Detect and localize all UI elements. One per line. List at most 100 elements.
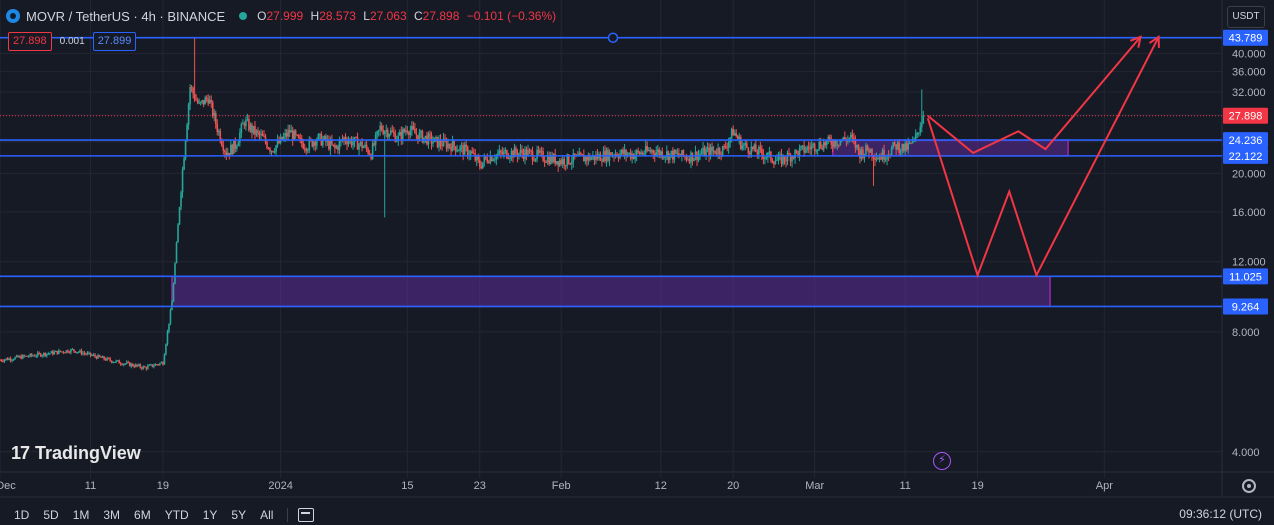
candle-body (507, 158, 510, 160)
candle-body (79, 350, 81, 352)
candle-body (771, 160, 774, 163)
symbol-title[interactable]: MOVR / TetherUS · 4h · BINANCE (26, 9, 225, 24)
candle-body (136, 364, 139, 366)
candle-body (874, 157, 876, 160)
candle-body (266, 142, 268, 148)
candle-body (801, 145, 804, 147)
candle-body (742, 144, 745, 146)
candle-body (656, 149, 659, 153)
candle-body (216, 123, 219, 132)
candle-body (199, 101, 202, 103)
candle-body (334, 144, 336, 149)
candle-body (133, 366, 136, 368)
buy-button[interactable]: 27.899 (92, 32, 137, 51)
candle-body (800, 146, 802, 149)
candle-body (733, 133, 736, 136)
high-value: 28.573 (319, 9, 356, 23)
candle-body (664, 156, 667, 158)
candle-body (699, 153, 701, 155)
coin-logo-icon (6, 9, 20, 23)
candle-body (519, 149, 522, 154)
candle-body (877, 158, 879, 160)
candle-body (890, 147, 893, 155)
candle-body (638, 151, 641, 155)
candle-body (483, 156, 486, 163)
candle-body (489, 156, 492, 163)
candle-body (711, 146, 713, 151)
candle-body (883, 150, 885, 160)
candle-body (833, 140, 836, 147)
candle-body (669, 153, 671, 161)
candle-body (92, 354, 95, 356)
timeframe-1m[interactable]: 1M (73, 508, 90, 522)
candle-body (127, 362, 130, 364)
candle-body (12, 359, 15, 361)
settings-icon[interactable] (1242, 479, 1256, 493)
chart-header: MOVR / TetherUS · 4h · BINANCE O27.999 H… (6, 6, 560, 26)
candle-body (724, 146, 727, 148)
candle-body (55, 350, 57, 352)
candle-body (534, 158, 537, 161)
candle-body (756, 151, 759, 155)
sell-button[interactable]: 27.898 (8, 32, 52, 51)
candle-body (515, 147, 517, 154)
timeframe-6m[interactable]: 6M (134, 508, 151, 522)
candle-body (821, 147, 824, 150)
candle-body (245, 119, 247, 126)
candle-body (901, 143, 903, 151)
timeframe-3m[interactable]: 3M (103, 508, 120, 522)
level-handle (607, 32, 619, 43)
candle-body (675, 150, 677, 154)
candle-body (809, 147, 811, 150)
tradingview-logo: 17 (11, 443, 30, 463)
candle-body (361, 141, 363, 148)
candle-body (187, 104, 190, 125)
timeframe-5d[interactable]: 5D (43, 508, 58, 522)
timeframe-5y[interactable]: 5Y (231, 508, 246, 522)
candle-body (332, 144, 335, 146)
candle-body (481, 162, 484, 169)
candle-body (86, 353, 89, 355)
candle-body (558, 160, 561, 166)
timeframe-1d[interactable]: 1D (14, 508, 29, 522)
candle-body (67, 350, 69, 353)
candle-body (104, 359, 107, 361)
flash-icon[interactable]: ⚡ (933, 452, 951, 470)
candle-body (564, 165, 567, 167)
candle-body (8, 358, 10, 361)
candle-body (252, 125, 255, 133)
candle-body (892, 142, 894, 148)
candle-body (293, 130, 295, 140)
price-chart[interactable]: 4.0008.00012.00016.00020.00024.00028.000… (0, 0, 1274, 525)
candle-body (335, 146, 338, 149)
candle-body (687, 159, 689, 161)
y-tick-label: 40.000 (1232, 48, 1266, 60)
tradingview-watermark: 17 TradingView (11, 443, 141, 464)
candle-body (56, 350, 59, 354)
market-status-icon (239, 12, 248, 20)
candle-body (524, 149, 526, 159)
timeframe-ytd[interactable]: YTD (165, 508, 189, 522)
candle-body (463, 144, 466, 155)
candle-body (98, 355, 101, 357)
candle-body (898, 142, 900, 153)
candle-body (641, 152, 644, 155)
candle-body (836, 144, 839, 146)
candle-body (720, 154, 722, 156)
x-tick-label: 19 (157, 480, 169, 492)
candle-body (71, 349, 74, 351)
candle-body (875, 158, 878, 160)
candle-body (162, 362, 164, 365)
candle-body (101, 356, 104, 358)
close-value: 27.898 (422, 9, 460, 23)
timeframe-all[interactable]: All (260, 508, 273, 522)
calendar-icon[interactable] (298, 508, 315, 522)
candle-body (9, 358, 12, 361)
timeframe-1y[interactable]: 1Y (203, 508, 218, 522)
candle-body (168, 323, 170, 332)
candle-body (42, 352, 45, 356)
candle-body (803, 145, 805, 153)
candle-body (223, 150, 226, 152)
candle-body (406, 130, 409, 133)
currency-button[interactable]: USDT (1227, 6, 1265, 28)
